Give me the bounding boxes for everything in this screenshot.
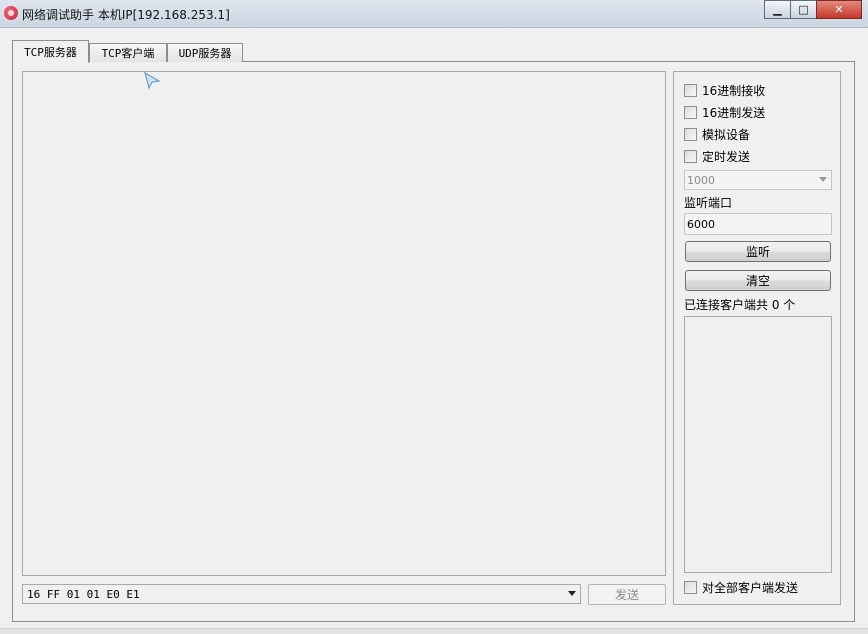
tab-tcp-server[interactable]: TCP服务器	[12, 40, 89, 63]
listen-button[interactable]: 监听	[685, 241, 831, 262]
interval-select[interactable]: 1000	[684, 170, 832, 190]
tab-tcp-client[interactable]: TCP客户端	[89, 43, 167, 62]
mouse-cursor-icon	[144, 72, 161, 90]
maximize-button[interactable]: □	[790, 0, 817, 19]
window-controls: ▁ □ ✕	[764, 0, 862, 19]
send-button[interactable]: 发送	[588, 584, 666, 605]
minimize-button[interactable]: ▁	[764, 0, 791, 19]
chevron-down-icon[interactable]	[568, 591, 576, 596]
receive-textarea[interactable]	[22, 71, 666, 576]
minimize-icon: ▁	[773, 3, 782, 16]
maximize-icon: □	[798, 3, 809, 16]
send-all-checkbox-row[interactable]: 对全部客户端发送	[684, 579, 798, 595]
send-all-label: 对全部客户端发送	[702, 580, 799, 595]
tab-udp-server[interactable]: UDP服务器	[167, 43, 243, 62]
window-title: 网络调试助手 本机IP[192.168.253.1]	[22, 8, 230, 22]
connected-clients-label: 已连接客户端共 0 个	[684, 298, 796, 312]
interval-value: 1000	[687, 174, 715, 187]
hex-receive-label: 16进制接收	[702, 83, 766, 98]
hex-send-checkbox-row[interactable]: 16进制发送	[684, 104, 765, 120]
app-icon	[4, 6, 18, 20]
hex-send-checkbox[interactable]	[684, 105, 697, 119]
send-input-combo[interactable]: 16 FF 01 01 E0 E1	[22, 584, 581, 604]
chevron-down-icon[interactable]	[819, 177, 827, 182]
simulate-device-checkbox-row[interactable]: 模拟设备	[684, 126, 750, 142]
title-bar: 网络调试助手 本机IP[192.168.253.1] ▁ □ ✕	[0, 0, 868, 28]
close-button[interactable]: ✕	[816, 0, 862, 19]
window-bottom-border	[0, 628, 868, 634]
hex-send-label: 16进制发送	[702, 105, 766, 120]
send-input-value: 16 FF 01 01 E0 E1	[27, 588, 140, 601]
listen-port-input[interactable]: 6000	[684, 213, 832, 235]
hex-receive-checkbox-row[interactable]: 16进制接收	[684, 82, 765, 98]
clear-button[interactable]: 清空	[685, 270, 831, 291]
simulate-device-label: 模拟设备	[702, 127, 751, 142]
client-list[interactable]	[684, 316, 832, 573]
timed-send-checkbox-row[interactable]: 定时发送	[684, 148, 750, 164]
listen-port-label: 监听端口	[684, 196, 733, 210]
send-all-checkbox[interactable]	[684, 580, 697, 594]
timed-send-label: 定时发送	[702, 149, 751, 164]
close-icon: ✕	[834, 3, 844, 16]
hex-receive-checkbox[interactable]	[684, 83, 697, 97]
timed-send-checkbox[interactable]	[684, 149, 697, 163]
simulate-device-checkbox[interactable]	[684, 127, 697, 141]
